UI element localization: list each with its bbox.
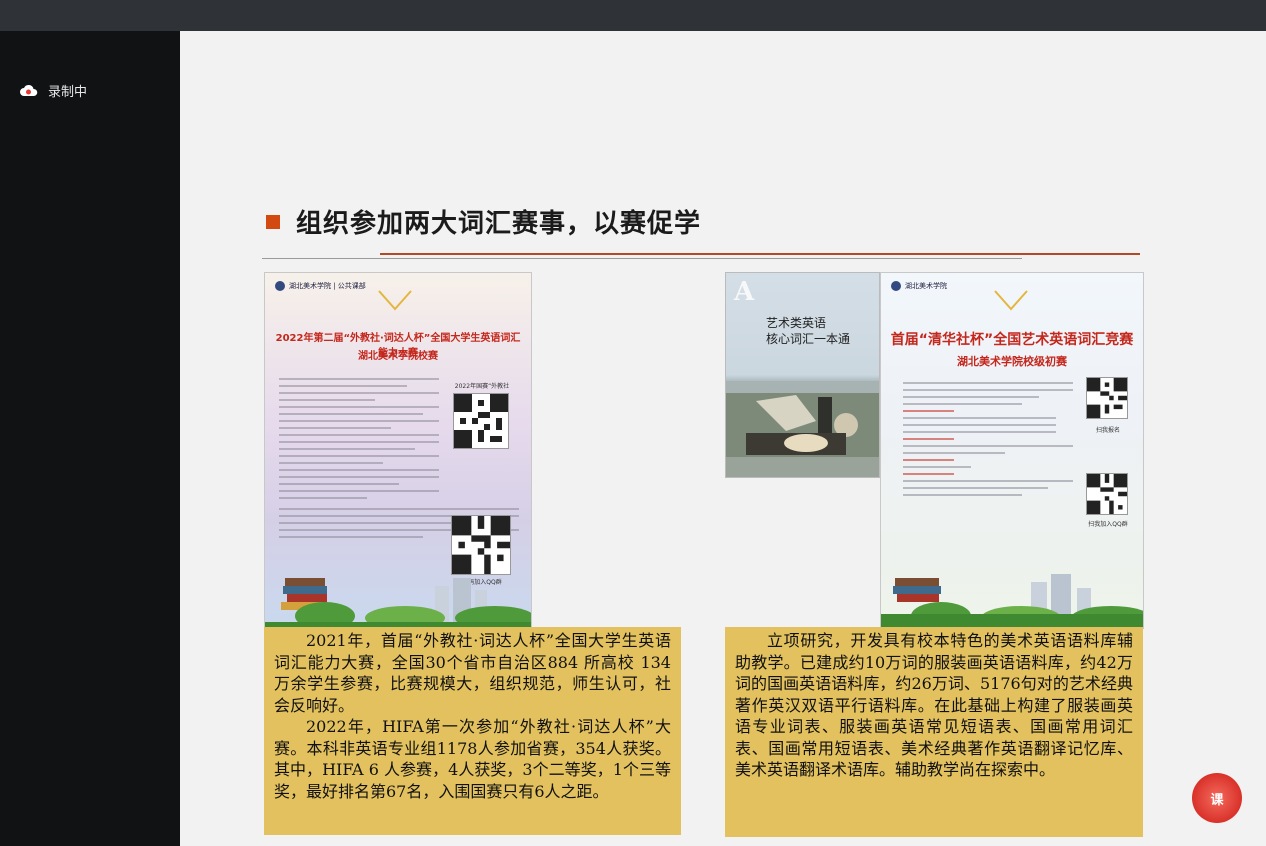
poster-right-landscape <box>881 574 1143 628</box>
cloud-record-icon <box>20 84 38 98</box>
caption-left-paragraph-2: 2022年，HIFA第一次参加“外教社·词达人杯”大赛。本科非英语专业组1178… <box>274 717 671 801</box>
poster-right-logo: 湖北美术学院 <box>891 281 947 291</box>
slide-canvas: 组织参加两大词汇赛事，以赛促学 湖北美术学院 | 公共课部 2022年第二届“外… <box>180 31 1266 846</box>
poster-left-logo: 湖北美术学院 | 公共课部 <box>275 281 366 291</box>
book-letter: A <box>734 277 755 307</box>
slide-title: 组织参加两大词汇赛事，以赛促学 <box>296 209 702 239</box>
title-underline-red <box>380 253 1140 255</box>
poster-right: 湖北美术学院 首届“清华社杯”全国艺术英语词汇竞赛 湖北美术学院校级初赛 扫我报… <box>880 272 1144 629</box>
title-bullet <box>266 214 280 229</box>
recording-label: 录制中 <box>48 85 88 100</box>
qr-code-icon <box>451 515 511 575</box>
poster-left: 湖北美术学院 | 公共课部 2022年第二届“外教社·词达人杯”全国大学生英语词… <box>264 272 532 629</box>
recording-indicator[interactable]: 录制中 <box>20 81 87 100</box>
caption-right: 立项研究，开发具有校本特色的美术英语语料库辅助教学。已建成约10万词的服装画英语… <box>725 627 1143 837</box>
seal-logo: 课 <box>1192 773 1242 823</box>
title-underline-gray <box>262 258 1022 259</box>
poster-left-school: 湖北美术学院 | 公共课部 <box>289 282 366 290</box>
poster-right-body-text <box>903 377 1073 501</box>
school-logo-icon <box>891 281 901 291</box>
book-cover: A 艺术类英语 核心词汇一本通 <box>725 272 880 478</box>
sidebar: 录制中 <box>0 31 180 846</box>
triangle-decoration-icon <box>994 290 1028 311</box>
slide-title-row: 组织参加两大词汇赛事，以赛促学 <box>266 203 701 240</box>
poster-right-qr1-label: 扫我报名 <box>1095 427 1120 434</box>
book-title-line1: 艺术类英语 <box>766 316 827 330</box>
book-title: 艺术类英语 核心词汇一本通 <box>766 315 850 347</box>
caption-left-paragraph-1: 2021年，首届“外教社·词达人杯”全国大学生英语词汇能力大赛，全国30个省市自… <box>274 631 671 715</box>
caption-left: 2021年，首届“外教社·词达人杯”全国大学生英语词汇能力大赛，全国30个省市自… <box>264 627 681 835</box>
top-bar <box>0 0 1266 31</box>
poster-left-landscape <box>265 578 531 628</box>
poster-right-title: 首届“清华社杯”全国艺术英语词汇竞赛 <box>890 332 1134 348</box>
poster-left-qr1-label: 2022年国赛“外教社 <box>454 383 510 390</box>
seal-text: 课 <box>1210 792 1224 808</box>
caption-right-paragraph-1: 立项研究，开发具有校本特色的美术英语语料库辅助教学。已建成约10万词的服装画英语… <box>735 631 1133 779</box>
qr-code-icon <box>1086 377 1128 419</box>
poster-left-body-text <box>279 373 439 504</box>
poster-left-subtitle: 湖北美术学院校赛 <box>358 351 438 362</box>
triangle-decoration-icon <box>378 290 412 311</box>
poster-right-subtitle: 湖北美术学院校级初赛 <box>957 355 1067 368</box>
book-cover-artwork <box>726 381 879 477</box>
school-logo-icon <box>275 281 285 291</box>
poster-right-qr2-label: 扫我加入QQ群 <box>1088 521 1128 528</box>
qr-code-icon <box>453 393 509 449</box>
book-title-line2: 核心词汇一本通 <box>766 332 851 346</box>
poster-right-school: 湖北美术学院 <box>905 282 947 290</box>
qr-code-icon <box>1086 473 1128 515</box>
